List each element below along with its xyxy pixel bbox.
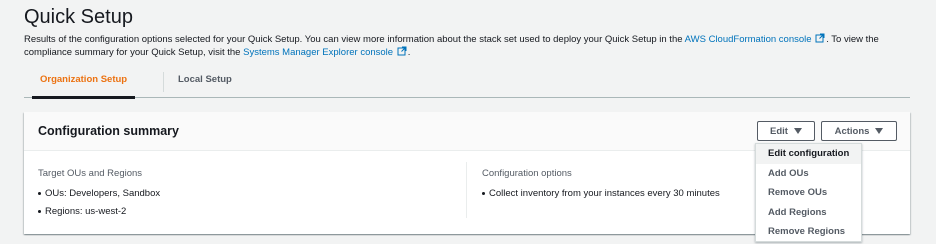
intro-text-part1: Results of the configuration options sel… [24, 34, 685, 45]
list-item: Collect inventory from your instances ev… [482, 185, 720, 203]
list-item: Regions: us-west-2 [38, 203, 160, 221]
tab-organization-setup[interactable]: Organization Setup [31, 70, 136, 99]
configuration-options-section: Configuration options Collect inventory … [482, 168, 720, 203]
card-title: Configuration summary [38, 124, 179, 138]
target-ous-list: OUs: Developers, Sandbox Regions: us-wes… [38, 185, 160, 221]
tab-local-setup[interactable]: Local Setup [178, 70, 232, 97]
caret-down-icon [875, 128, 884, 134]
menu-item-remove-ous[interactable]: Remove OUs [756, 183, 861, 203]
actions-button[interactable]: Actions [821, 121, 897, 141]
menu-item-add-regions[interactable]: Add Regions [756, 203, 861, 223]
caret-down-icon [793, 128, 802, 134]
edit-button[interactable]: Edit [757, 121, 815, 141]
configuration-options-list: Collect inventory from your instances ev… [482, 185, 720, 203]
external-link-icon[interactable] [397, 46, 407, 56]
menu-item-add-ous[interactable]: Add OUs [756, 164, 861, 184]
edit-button-label: Edit [770, 125, 788, 137]
column-divider [466, 162, 467, 218]
list-item: OUs: Developers, Sandbox [38, 185, 160, 203]
edit-dropdown-menu: Edit configuration Add OUs Remove OUs Ad… [755, 143, 862, 242]
configuration-options-label: Configuration options [482, 168, 572, 179]
target-ous-section: Target OUs and Regions OUs: Developers, … [38, 168, 160, 221]
setup-tabs: Organization Setup Local Setup [24, 70, 910, 99]
menu-item-remove-regions[interactable]: Remove Regions [756, 222, 861, 242]
external-link-icon[interactable] [815, 33, 825, 43]
page-title: Quick Setup [24, 6, 133, 28]
menu-item-edit-configuration[interactable]: Edit configuration [756, 144, 861, 164]
tab-divider [163, 72, 164, 92]
actions-button-label: Actions [834, 125, 870, 137]
target-ous-label: Target OUs and Regions [38, 168, 143, 179]
cloudformation-console-link[interactable]: AWS CloudFormation console [685, 34, 812, 45]
explorer-console-link[interactable]: Systems Manager Explorer console [243, 47, 393, 58]
intro-text-part3: . [407, 47, 411, 58]
intro-text: Results of the configuration options sel… [24, 33, 914, 59]
